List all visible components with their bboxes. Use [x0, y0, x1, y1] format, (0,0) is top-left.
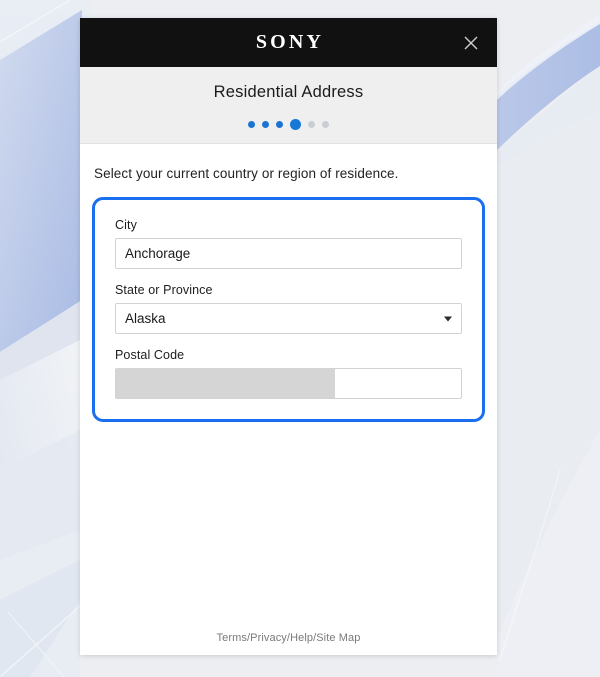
- state-or-province-select[interactable]: [115, 303, 462, 334]
- page-title: Residential Address: [213, 82, 364, 101]
- city-input[interactable]: [115, 238, 462, 269]
- step-dot-3: [276, 120, 283, 128]
- state-or-province-label: State or Province: [115, 283, 213, 297]
- postal-code-input[interactable]: [115, 368, 462, 399]
- footer-links[interactable]: Terms/Privacy/Help/Site Map: [217, 632, 361, 644]
- field-city: City: [115, 218, 462, 269]
- step-dot-4-active: [290, 118, 301, 130]
- field-state-or-province: State or Province: [115, 283, 462, 334]
- step-dot-1: [248, 120, 255, 128]
- dialog-subheader: Residential Address: [80, 67, 497, 144]
- residential-address-dialog: SONY Residential Address Select your cur…: [80, 18, 497, 655]
- step-dot-2: [262, 120, 269, 128]
- step-indicator: [248, 118, 329, 130]
- sony-logo: SONY: [255, 31, 325, 53]
- field-postal-code: Postal Code: [115, 348, 462, 399]
- brand-header: SONY: [80, 18, 497, 67]
- postal-code-label: Postal Code: [115, 348, 185, 362]
- dialog-body: Select your current country or region of…: [80, 144, 497, 621]
- address-fieldset-focused: City State or Province Postal Code: [92, 197, 485, 422]
- step-dot-5: [308, 120, 315, 128]
- lead-instruction: Select your current country or region of…: [94, 166, 399, 181]
- step-dot-6: [322, 120, 329, 128]
- close-icon[interactable]: [457, 29, 485, 57]
- dialog-footer: Terms/Privacy/Help/Site Map: [80, 621, 497, 655]
- city-label: City: [115, 218, 137, 232]
